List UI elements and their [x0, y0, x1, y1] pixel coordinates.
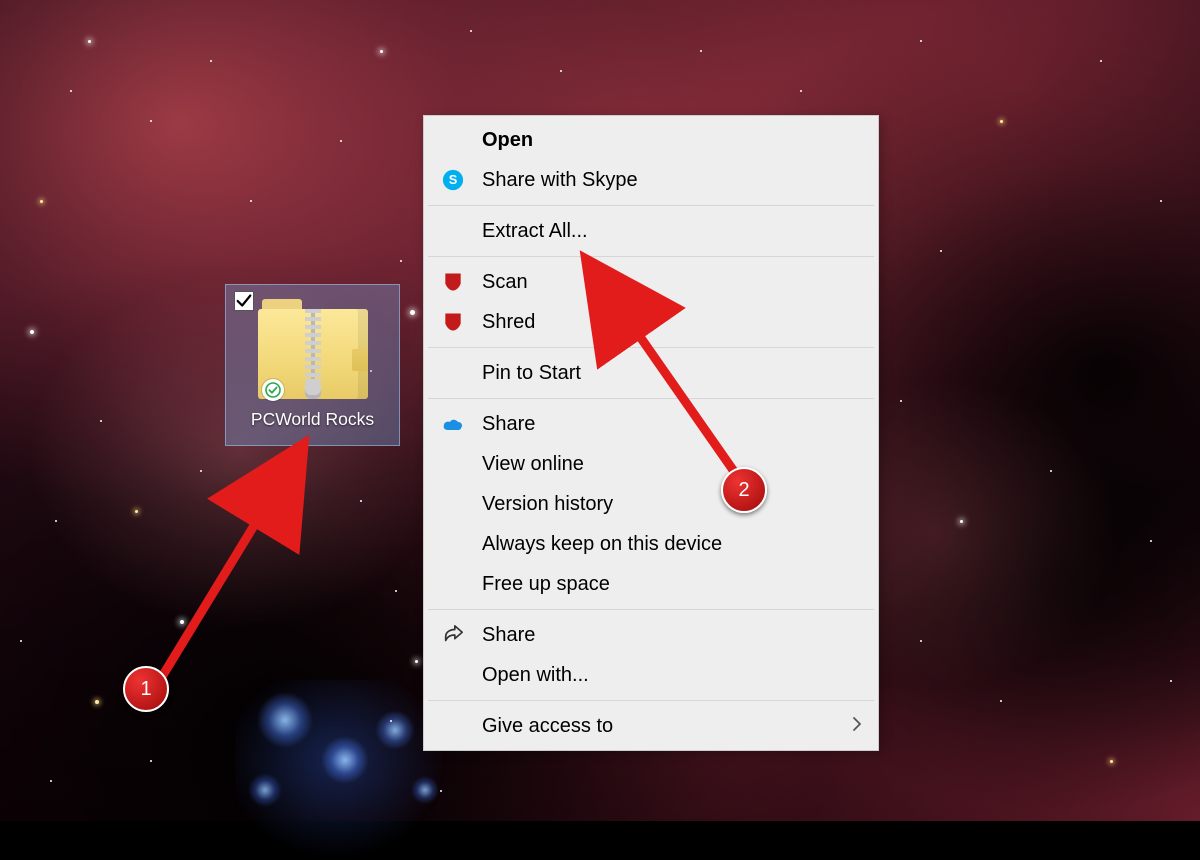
menu-separator	[428, 398, 874, 399]
svg-text:S: S	[449, 172, 458, 187]
menu-extract-all[interactable]: Extract All...	[426, 211, 876, 251]
menu-view-online[interactable]: View online	[426, 444, 876, 484]
skype-icon: S	[440, 167, 466, 193]
menu-label: Pin to Start	[482, 362, 581, 385]
menu-separator	[428, 347, 874, 348]
menu-share[interactable]: Share	[426, 615, 876, 655]
menu-free-up-space[interactable]: Free up space	[426, 564, 876, 604]
selection-checkbox[interactable]	[234, 291, 254, 311]
menu-onedrive-share[interactable]: Share	[426, 404, 876, 444]
onedrive-cloud-icon	[440, 411, 466, 437]
menu-open[interactable]: Open	[426, 120, 876, 160]
onedrive-sync-badge-icon	[262, 379, 284, 401]
annotation-number: 2	[738, 479, 749, 502]
mcafee-shield-icon	[440, 269, 466, 295]
menu-give-access-to[interactable]: Give access to	[426, 706, 876, 746]
menu-label: Extract All...	[482, 220, 588, 243]
menu-always-keep[interactable]: Always keep on this device	[426, 524, 876, 564]
menu-label: Always keep on this device	[482, 533, 722, 556]
menu-separator	[428, 256, 874, 257]
desktop-zip-file[interactable]: PCWorld Rocks	[225, 284, 400, 446]
annotation-badge-2: 2	[721, 467, 767, 513]
menu-label: View online	[482, 453, 584, 476]
menu-label: Version history	[482, 493, 613, 516]
menu-label: Share	[482, 413, 535, 436]
annotation-badge-1: 1	[123, 666, 169, 712]
menu-separator	[428, 700, 874, 701]
menu-share-skype[interactable]: S Share with Skype	[426, 160, 876, 200]
menu-label: Open with...	[482, 664, 589, 687]
menu-shred[interactable]: Shred	[426, 302, 876, 342]
annotation-number: 1	[140, 678, 151, 701]
submenu-chevron-icon	[852, 715, 862, 738]
zip-folder-icon	[258, 299, 368, 399]
menu-label: Open	[482, 129, 533, 152]
menu-open-with[interactable]: Open with...	[426, 655, 876, 695]
context-menu: Open S Share with Skype Extract All... S…	[423, 115, 879, 751]
menu-separator	[428, 609, 874, 610]
menu-label: Give access to	[482, 715, 613, 738]
menu-separator	[428, 205, 874, 206]
desktop-icon-label: PCWorld Rocks	[251, 409, 374, 430]
menu-label: Share	[482, 624, 535, 647]
menu-label: Free up space	[482, 573, 610, 596]
menu-version-history[interactable]: Version history	[426, 484, 876, 524]
menu-label: Share with Skype	[482, 169, 638, 192]
menu-label: Scan	[482, 271, 528, 294]
menu-label: Shred	[482, 311, 535, 334]
menu-scan[interactable]: Scan	[426, 262, 876, 302]
share-arrow-icon	[440, 622, 466, 648]
menu-pin-to-start[interactable]: Pin to Start	[426, 353, 876, 393]
mcafee-shield-icon	[440, 309, 466, 335]
